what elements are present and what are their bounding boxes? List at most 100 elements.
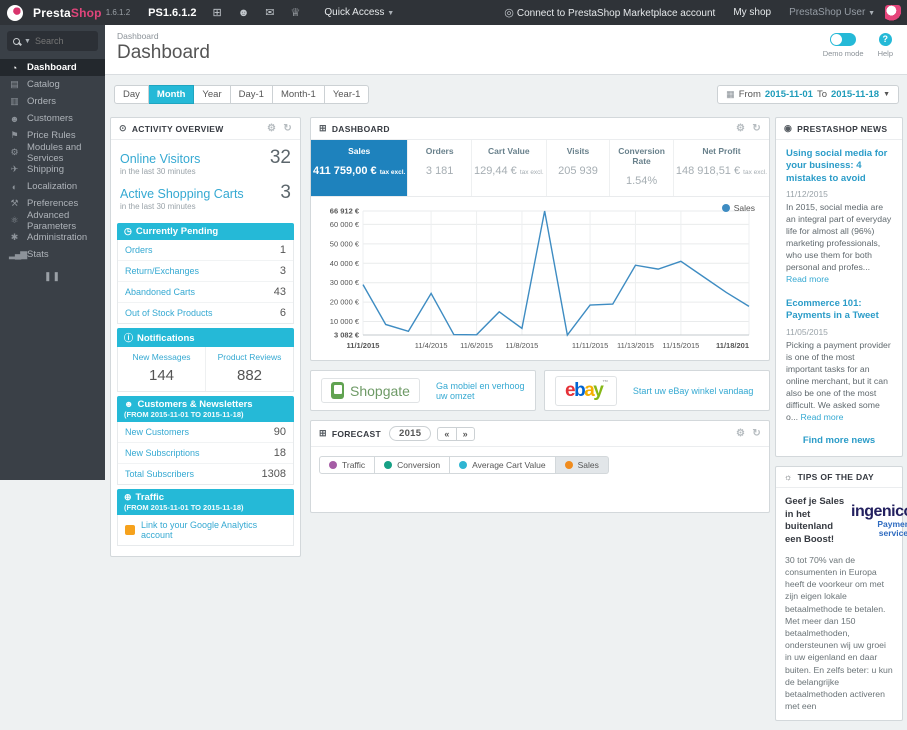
read-more-link[interactable]: Read more bbox=[801, 412, 844, 422]
news-article-title[interactable]: Ecommerce 101: Payments in a Tweet bbox=[786, 298, 892, 323]
gear-icon[interactable]: ⚙ bbox=[736, 428, 745, 439]
modules-icon: ⚙ bbox=[10, 147, 19, 157]
kpi-orders[interactable]: Orders 3 181 bbox=[408, 140, 472, 196]
refresh-icon[interactable]: ↻ bbox=[752, 428, 761, 439]
kpi-value: 1.54% bbox=[625, 175, 658, 187]
my-shop-link[interactable]: My shop bbox=[733, 7, 771, 18]
quick-access-menu[interactable]: Quick Access ▼ bbox=[324, 7, 394, 18]
kpi-net-profit[interactable]: Net Profit 148 918,51 € tax excl. bbox=[674, 140, 769, 196]
find-more-news-link[interactable]: Find more news bbox=[786, 435, 892, 446]
forecast-next-button[interactable]: » bbox=[455, 426, 475, 441]
news-article-date: 11/05/2015 bbox=[786, 326, 828, 337]
new-subscriptions-link[interactable]: New Subscriptions bbox=[125, 448, 200, 458]
excerpt-text: Picking a payment provider is one of the… bbox=[786, 339, 891, 422]
shopgate-banner[interactable]: Shopgate Ga mobiel en verhoog uw omzet bbox=[310, 370, 536, 411]
refresh-icon[interactable]: ↻ bbox=[283, 123, 292, 134]
tips-body-text: 30 tot 70% van de consumenten in Europa … bbox=[785, 554, 893, 712]
sidebar-item-catalog[interactable]: ▤ Catalog bbox=[0, 76, 105, 93]
kpi-sales[interactable]: Sales 411 759,00 € tax excl. bbox=[311, 140, 409, 196]
shopgate-link[interactable]: Ga mobiel en verhoog uw omzet bbox=[436, 381, 525, 401]
sidebar-item-administration[interactable]: ✱ Administration bbox=[0, 229, 105, 246]
table-row: Orders 1 bbox=[118, 240, 293, 261]
row-value: 6 bbox=[279, 307, 286, 319]
forecast-legend-sales[interactable]: Sales bbox=[555, 456, 609, 474]
activity-icon: ⊙ bbox=[119, 123, 127, 133]
date-range-picker[interactable]: ▦ From 2015-11-01 To 2015-11-18 ▼ bbox=[717, 85, 899, 104]
cart-icon[interactable]: ⊞ bbox=[213, 6, 222, 19]
chart-legend[interactable]: Sales bbox=[721, 203, 755, 213]
product-reviews-cell: Product Reviews 882 bbox=[205, 347, 293, 391]
google-analytics-link[interactable]: Link to your Google Analytics account bbox=[141, 520, 286, 540]
new-messages-cell: New Messages 144 bbox=[118, 347, 205, 391]
new-customers-link[interactable]: New Customers bbox=[125, 427, 189, 437]
new-messages-link[interactable]: New Messages bbox=[120, 352, 203, 362]
range-year-button[interactable]: Year bbox=[194, 85, 231, 104]
sidebar-item-modules[interactable]: ⚙ Modules and Services bbox=[0, 141, 105, 164]
range-year-1-button[interactable]: Year-1 bbox=[324, 85, 370, 104]
info-icon: ⓘ bbox=[124, 333, 134, 343]
sidebar-item-stats[interactable]: ▂▄▆ Stats bbox=[0, 246, 105, 263]
currently-pending-title: Currently Pending bbox=[135, 226, 219, 237]
forecast-year-button[interactable]: 2015 bbox=[389, 426, 432, 441]
sidebar-search[interactable]: ▼ bbox=[7, 31, 98, 51]
demo-mode-toggle[interactable] bbox=[830, 33, 857, 46]
range-month-1-button[interactable]: Month-1 bbox=[272, 85, 325, 104]
sidebar-item-orders[interactable]: ▥ Orders bbox=[0, 93, 105, 110]
sidebar-item-advanced-parameters[interactable]: ⚛ Advanced Parameters bbox=[0, 210, 105, 232]
read-more-link[interactable]: Read more bbox=[786, 274, 829, 284]
trophy-icon[interactable]: ♕ bbox=[291, 6, 301, 19]
help-icon[interactable]: ? bbox=[878, 33, 892, 46]
brand: PrestaShop bbox=[33, 6, 102, 20]
online-visitors-link[interactable]: Online Visitors bbox=[120, 152, 200, 166]
caret-down-icon: ▼ bbox=[387, 10, 395, 17]
ebay-banner[interactable]: ebay™ Start uw eBay winkel vandaag bbox=[544, 370, 770, 411]
sidebar-item-label: Modules and Services bbox=[27, 141, 82, 164]
abandoned-carts-link[interactable]: Abandoned Carts bbox=[125, 287, 195, 297]
forecast-legend-conversion[interactable]: Conversion bbox=[375, 456, 451, 474]
sidebar-item-dashboard[interactable]: ◔ Dashboard bbox=[0, 59, 105, 76]
user-menu[interactable]: PrestaShop User ▼ bbox=[789, 7, 875, 18]
average-cart-value-dot-icon bbox=[459, 461, 468, 469]
kpi-value: 148 918,51 € bbox=[675, 165, 741, 177]
dashboard-panel-title: DASHBOARD bbox=[331, 123, 390, 134]
sidebar-item-localization[interactable]: ◐ Localization bbox=[0, 178, 105, 195]
range-button-group: Day Month Year Day-1 Month-1 Year-1 bbox=[114, 85, 370, 104]
cart-icon: ⊞ bbox=[319, 123, 327, 133]
user-avatar[interactable] bbox=[885, 4, 901, 21]
out-of-stock-link[interactable]: Out of Stock Products bbox=[125, 308, 213, 318]
product-reviews-link[interactable]: Product Reviews bbox=[208, 352, 291, 362]
range-day-button[interactable]: Day bbox=[114, 85, 149, 104]
user-label: PrestaShop User bbox=[789, 7, 866, 18]
returns-link[interactable]: Return/Exchanges bbox=[125, 266, 199, 276]
search-input[interactable] bbox=[34, 36, 95, 46]
orders-link[interactable]: Orders bbox=[125, 245, 153, 255]
forecast-legend-average-cart-value[interactable]: Average Cart Value bbox=[450, 456, 556, 474]
marketplace-link[interactable]: ◎ Connect to PrestaShop Marketplace accou… bbox=[504, 6, 715, 19]
range-month-button[interactable]: Month bbox=[148, 85, 195, 104]
kpi-conversion-rate[interactable]: Conversion Rate 1.54% bbox=[610, 140, 674, 196]
legend-label: Conversion bbox=[397, 460, 441, 470]
sidebar-item-label: Dashboard bbox=[27, 62, 77, 73]
customers-quick-icon[interactable]: ☻ bbox=[238, 7, 250, 19]
messages-icon[interactable]: ✉ bbox=[265, 6, 274, 19]
refresh-icon[interactable]: ↻ bbox=[752, 123, 761, 134]
sidebar-item-shipping[interactable]: ✈ Shipping bbox=[0, 161, 105, 178]
cell-value: 144 bbox=[148, 367, 175, 384]
caret-down-icon[interactable]: ▼ bbox=[24, 38, 31, 45]
range-day-1-button[interactable]: Day-1 bbox=[230, 85, 273, 104]
kpi-visits[interactable]: Visits 205 939 bbox=[547, 140, 611, 196]
dashboard-icon: ◔ bbox=[11, 62, 18, 73]
forecast-prev-button[interactable]: « bbox=[437, 426, 456, 441]
active-carts-link[interactable]: Active Shopping Carts bbox=[120, 187, 244, 201]
sidebar-item-customers[interactable]: ☻ Customers bbox=[0, 110, 105, 127]
kpi-cart-value[interactable]: Cart Value 129,44 € tax excl. bbox=[472, 140, 547, 196]
sidebar-collapse-button[interactable]: ❚❚ bbox=[0, 271, 105, 282]
ebay-link[interactable]: Start uw eBay winkel vandaag bbox=[633, 386, 754, 396]
total-subscribers-link[interactable]: Total Subscribers bbox=[125, 469, 194, 479]
gear-icon[interactable]: ⚙ bbox=[267, 123, 276, 134]
forecast-legend-traffic[interactable]: Traffic bbox=[319, 456, 376, 474]
svg-text:11/8/2015: 11/8/2015 bbox=[506, 341, 539, 350]
gear-icon[interactable]: ⚙ bbox=[736, 123, 745, 134]
ingenico-sub1: Payment bbox=[877, 518, 907, 529]
news-article-title[interactable]: Using social media for your business: 4 … bbox=[786, 148, 892, 185]
